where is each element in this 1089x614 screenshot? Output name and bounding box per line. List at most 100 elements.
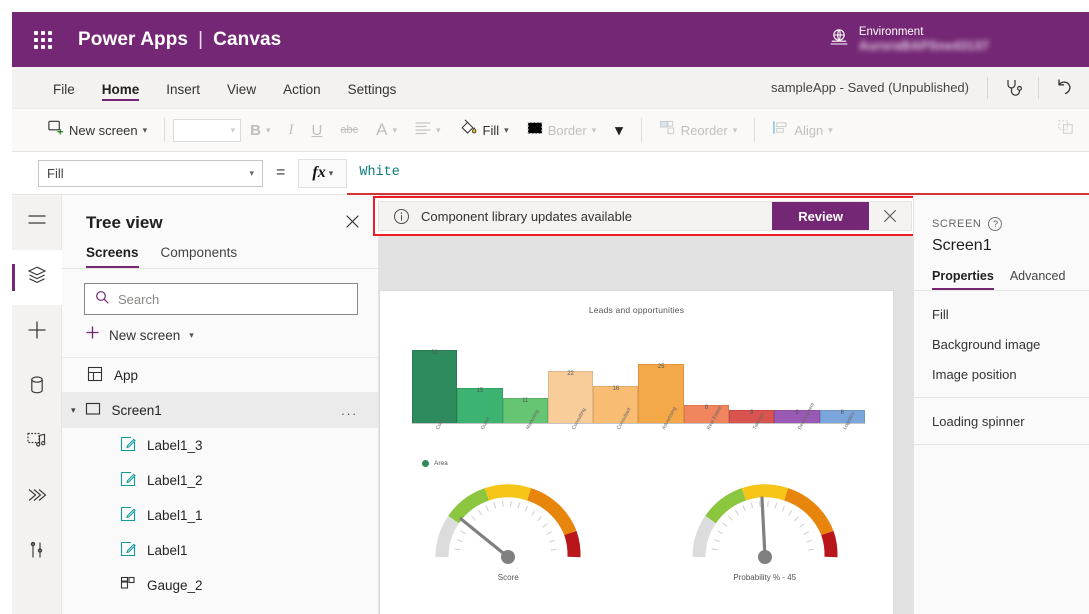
font-color-button[interactable]: A ▾ [367,115,406,145]
waffle-grid-icon[interactable] [26,30,60,49]
tree-item-label: Label1_3 [147,438,203,453]
align-button[interactable]: Align ▾ [763,115,841,145]
new-screen-button[interactable]: New screen ▾ [38,115,156,145]
strikethrough-button[interactable]: abc [331,115,367,145]
underline-button[interactable]: U [303,115,332,145]
search-icon [95,290,109,309]
gauge-score[interactable]: Score [380,477,637,582]
property-image-position[interactable]: Image position [914,357,1089,387]
reorder-button[interactable]: Reorder ▾ [650,115,747,145]
tree-item-label1_2[interactable]: Label1_2 [62,463,378,498]
group-button[interactable] [1047,115,1089,145]
formula-input[interactable]: White [347,152,1089,195]
legend-label: Area [434,460,448,467]
environment-switcher[interactable]: Environment AuroraBAPSne43137 [829,25,1089,55]
rail-item-menu-hamburger[interactable] [12,195,62,250]
tree-item-label1[interactable]: Label1 [62,533,378,568]
fx-label: fx [312,164,326,181]
gauge-component-icon [120,576,136,595]
menu-item-settings[interactable]: Settings [337,73,408,103]
undo-arrow-icon[interactable] [1039,70,1089,106]
gauge-needle [459,517,510,559]
environment-globe-icon [829,27,849,52]
new-screen-tree-button[interactable]: New screen ▾ [62,315,378,358]
property-selector[interactable]: Fill ▾ [38,159,263,187]
divider [640,118,642,142]
bar: 22 [547,371,594,424]
property-loading-spinner[interactable]: Loading spinner [914,404,1089,434]
bar-value: 6 [840,410,844,416]
paint-bucket-icon [459,118,478,142]
label-icon [120,506,136,525]
gauge-probability-dial [692,484,838,564]
tab-components[interactable]: Components [161,245,238,268]
screen-icon [85,402,101,419]
fx-button[interactable]: fx ▾ [298,158,348,188]
tree-item-label1_1[interactable]: Label1_1 [62,498,378,533]
property-background-image[interactable]: Background image [914,327,1089,357]
bar-chart[interactable]: 31 15 11 22 16 25 8 6 6 6 [412,329,865,424]
chevron-down-icon[interactable]: ▾ [71,405,76,416]
app-icon [87,366,103,385]
rail-item-insert[interactable] [12,305,62,360]
underline-label: U [311,121,323,139]
tree-item-overflow-menu-icon[interactable]: ... [341,403,378,418]
tree-item-label: Label1_1 [147,508,203,523]
italic-button[interactable]: I [280,115,303,145]
menu-item-insert[interactable]: Insert [155,73,211,103]
bar-chart-bars: 31 15 11 22 16 25 8 6 6 6 [412,346,865,424]
tree-item-gauge_2[interactable]: Gauge_2 [62,568,378,603]
close-icon[interactable] [345,214,360,232]
power-apps-studio: Power Apps | Canvas Environment AuroraBA… [0,0,1089,614]
search-input[interactable] [118,291,347,307]
bar-value: 11 [522,398,529,404]
chevron-down-icon: ▾ [142,124,148,135]
tree-item-label1_3[interactable]: Label1_3 [62,428,378,463]
app-canvas[interactable]: Leads and opportunities 31 15 11 22 16 2… [379,195,913,614]
close-icon[interactable] [869,202,911,230]
tree-item-label: Label1_2 [147,473,203,488]
rail-item-power-automate[interactable] [12,470,62,525]
rail-item-tree-view[interactable] [12,250,62,305]
menu-item-file[interactable]: File [42,73,86,103]
chart-title: Leads and opportunities [588,305,685,315]
border-button[interactable]: Border ▾ [518,115,606,145]
bar: 31 [412,350,458,424]
font-family-select[interactable]: ▾ [173,118,242,142]
gauge-probability[interactable]: Probability % - 45 [637,477,894,582]
bar-value: 22 [567,371,574,377]
gauge-hub [757,550,772,564]
tab-advanced[interactable]: Advanced [1010,269,1066,290]
tree-item-screen1[interactable]: ▾ Screen1 ... [62,393,378,428]
rail-item-media[interactable] [12,415,62,470]
menu-item-view[interactable]: View [216,73,267,103]
properties-group-appearance: Fill Background image Image position [914,291,1089,398]
app-checker-stethoscope-icon[interactable] [988,70,1038,106]
fill-button[interactable]: Fill ▾ [450,115,518,145]
property-fill[interactable]: Fill [914,297,1089,327]
rail-item-data[interactable] [12,360,62,415]
chart-legend: Area [422,460,893,467]
gauge-score-dial [435,484,581,564]
tree-item-app[interactable]: App [62,358,378,393]
rail-item-advanced-tools[interactable] [12,525,62,580]
menu-item-home[interactable]: Home [91,73,151,103]
divider [754,118,756,142]
chevron-down-icon: ▾ [504,124,509,135]
border-icon [527,121,543,140]
chevron-down-icon: ▾ [249,167,254,178]
app-status-area: sampleApp - Saved (Unpublished) [771,70,1089,106]
ribbon-more-chevron-down-icon[interactable]: ▾ [605,121,633,139]
help-circle-icon[interactable]: ? [988,217,1003,231]
menu-item-action[interactable]: Action [272,73,332,103]
canvas-screen1[interactable]: Leads and opportunities 31 15 11 22 16 2… [379,290,894,614]
bold-label: B [250,121,262,139]
search-box[interactable] [84,283,358,315]
bar-chart-x-axis-labels: Corp Outlet Marketing Consulting Consult… [412,402,865,454]
bold-button[interactable]: B ▾ [241,115,279,145]
bar: 6 [819,410,865,424]
text-align-button[interactable]: ▾ [406,115,450,145]
review-button[interactable]: Review [772,202,869,230]
tab-properties[interactable]: Properties [932,269,994,290]
tab-screens[interactable]: Screens [86,245,139,268]
